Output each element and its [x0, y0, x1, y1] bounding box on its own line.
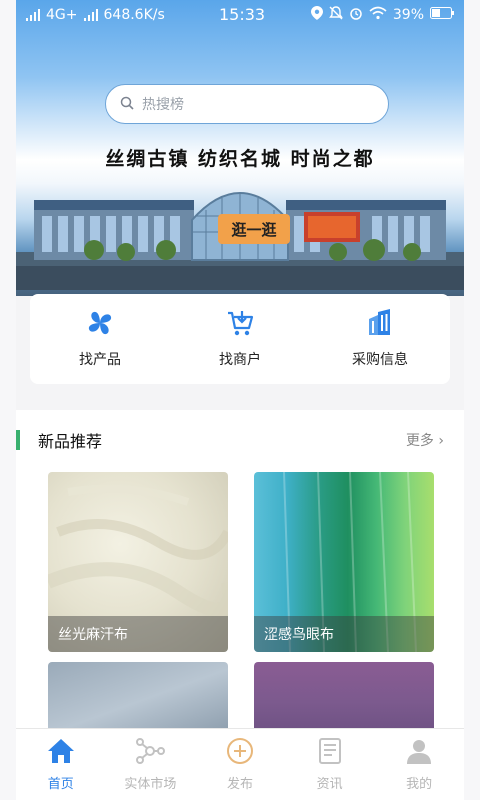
tab-news[interactable]: 资讯	[290, 737, 370, 792]
plus-circle-icon	[225, 737, 255, 769]
status-bar: 4G+ 648.6K/s 15:33 39%	[16, 0, 464, 32]
product-icon	[86, 309, 114, 341]
battery-icon	[430, 7, 454, 23]
building-icon	[366, 309, 394, 341]
tab-mine-label: 我的	[406, 777, 433, 792]
bottom-tab-bar: 首页 实体市场 发布 资讯 我的	[16, 728, 464, 800]
home-icon	[46, 737, 76, 769]
left-gutter	[0, 0, 16, 800]
tab-news-label: 资讯	[316, 777, 343, 792]
find-product-label: 找产品	[79, 352, 121, 368]
search-icon	[120, 95, 134, 114]
battery-level: 39%	[392, 7, 424, 23]
more-label: 更多	[405, 433, 434, 449]
quick-entry-card: 找产品 找商户 采购信息	[30, 294, 450, 384]
tab-market-label: 实体市场	[124, 777, 177, 792]
purchase-info-label: 采购信息	[352, 352, 408, 368]
search-bar[interactable]: 热搜榜	[105, 84, 389, 124]
location-icon	[310, 6, 323, 24]
user-icon	[404, 737, 434, 769]
news-icon	[315, 737, 345, 769]
product-card[interactable]: 丝光麻汗布	[48, 472, 228, 652]
section-accent-bar	[16, 430, 20, 450]
product-name: 丝光麻汗布	[48, 616, 228, 652]
product-name: 涩感鸟眼布	[254, 616, 434, 652]
network-type: 4G+	[46, 7, 78, 23]
chevron-right-icon: ›	[438, 433, 444, 449]
browse-button[interactable]: 逛一逛	[218, 214, 290, 244]
tab-publish[interactable]: 发布	[200, 737, 280, 792]
banner-slogan: 丝绸古镇 纺织名城 时尚之都	[105, 148, 375, 170]
tab-mine[interactable]: 我的	[379, 737, 459, 792]
network-speed: 648.6K/s	[103, 7, 165, 23]
tab-home[interactable]: 首页	[21, 737, 101, 792]
more-link[interactable]: 更多 ›	[406, 430, 444, 450]
find-merchant-button[interactable]: 找商户	[180, 309, 300, 369]
alarm-icon	[349, 6, 363, 24]
cart-icon	[226, 309, 254, 341]
section-title: 新品推荐	[38, 432, 103, 451]
network-icon	[135, 737, 166, 769]
tab-publish-label: 发布	[226, 777, 253, 792]
find-product-button[interactable]: 找产品	[40, 309, 160, 369]
product-card[interactable]: 涩感鸟眼布	[254, 472, 434, 652]
mute-bell-icon	[328, 6, 343, 24]
new-products-section: 新品推荐 更多 › 丝光麻汗布 涩感鸟眼布	[16, 410, 464, 742]
clock: 15:33	[219, 5, 266, 24]
search-placeholder: 热搜榜	[142, 97, 184, 113]
wifi-icon	[369, 6, 387, 24]
tab-home-label: 首页	[47, 777, 74, 792]
tab-market[interactable]: 实体市场	[110, 737, 190, 792]
find-merchant-label: 找商户	[219, 352, 261, 368]
right-gutter	[464, 0, 480, 800]
purchase-info-button[interactable]: 采购信息	[320, 309, 440, 369]
signal-icon-2	[83, 9, 98, 21]
signal-icon	[26, 9, 40, 21]
